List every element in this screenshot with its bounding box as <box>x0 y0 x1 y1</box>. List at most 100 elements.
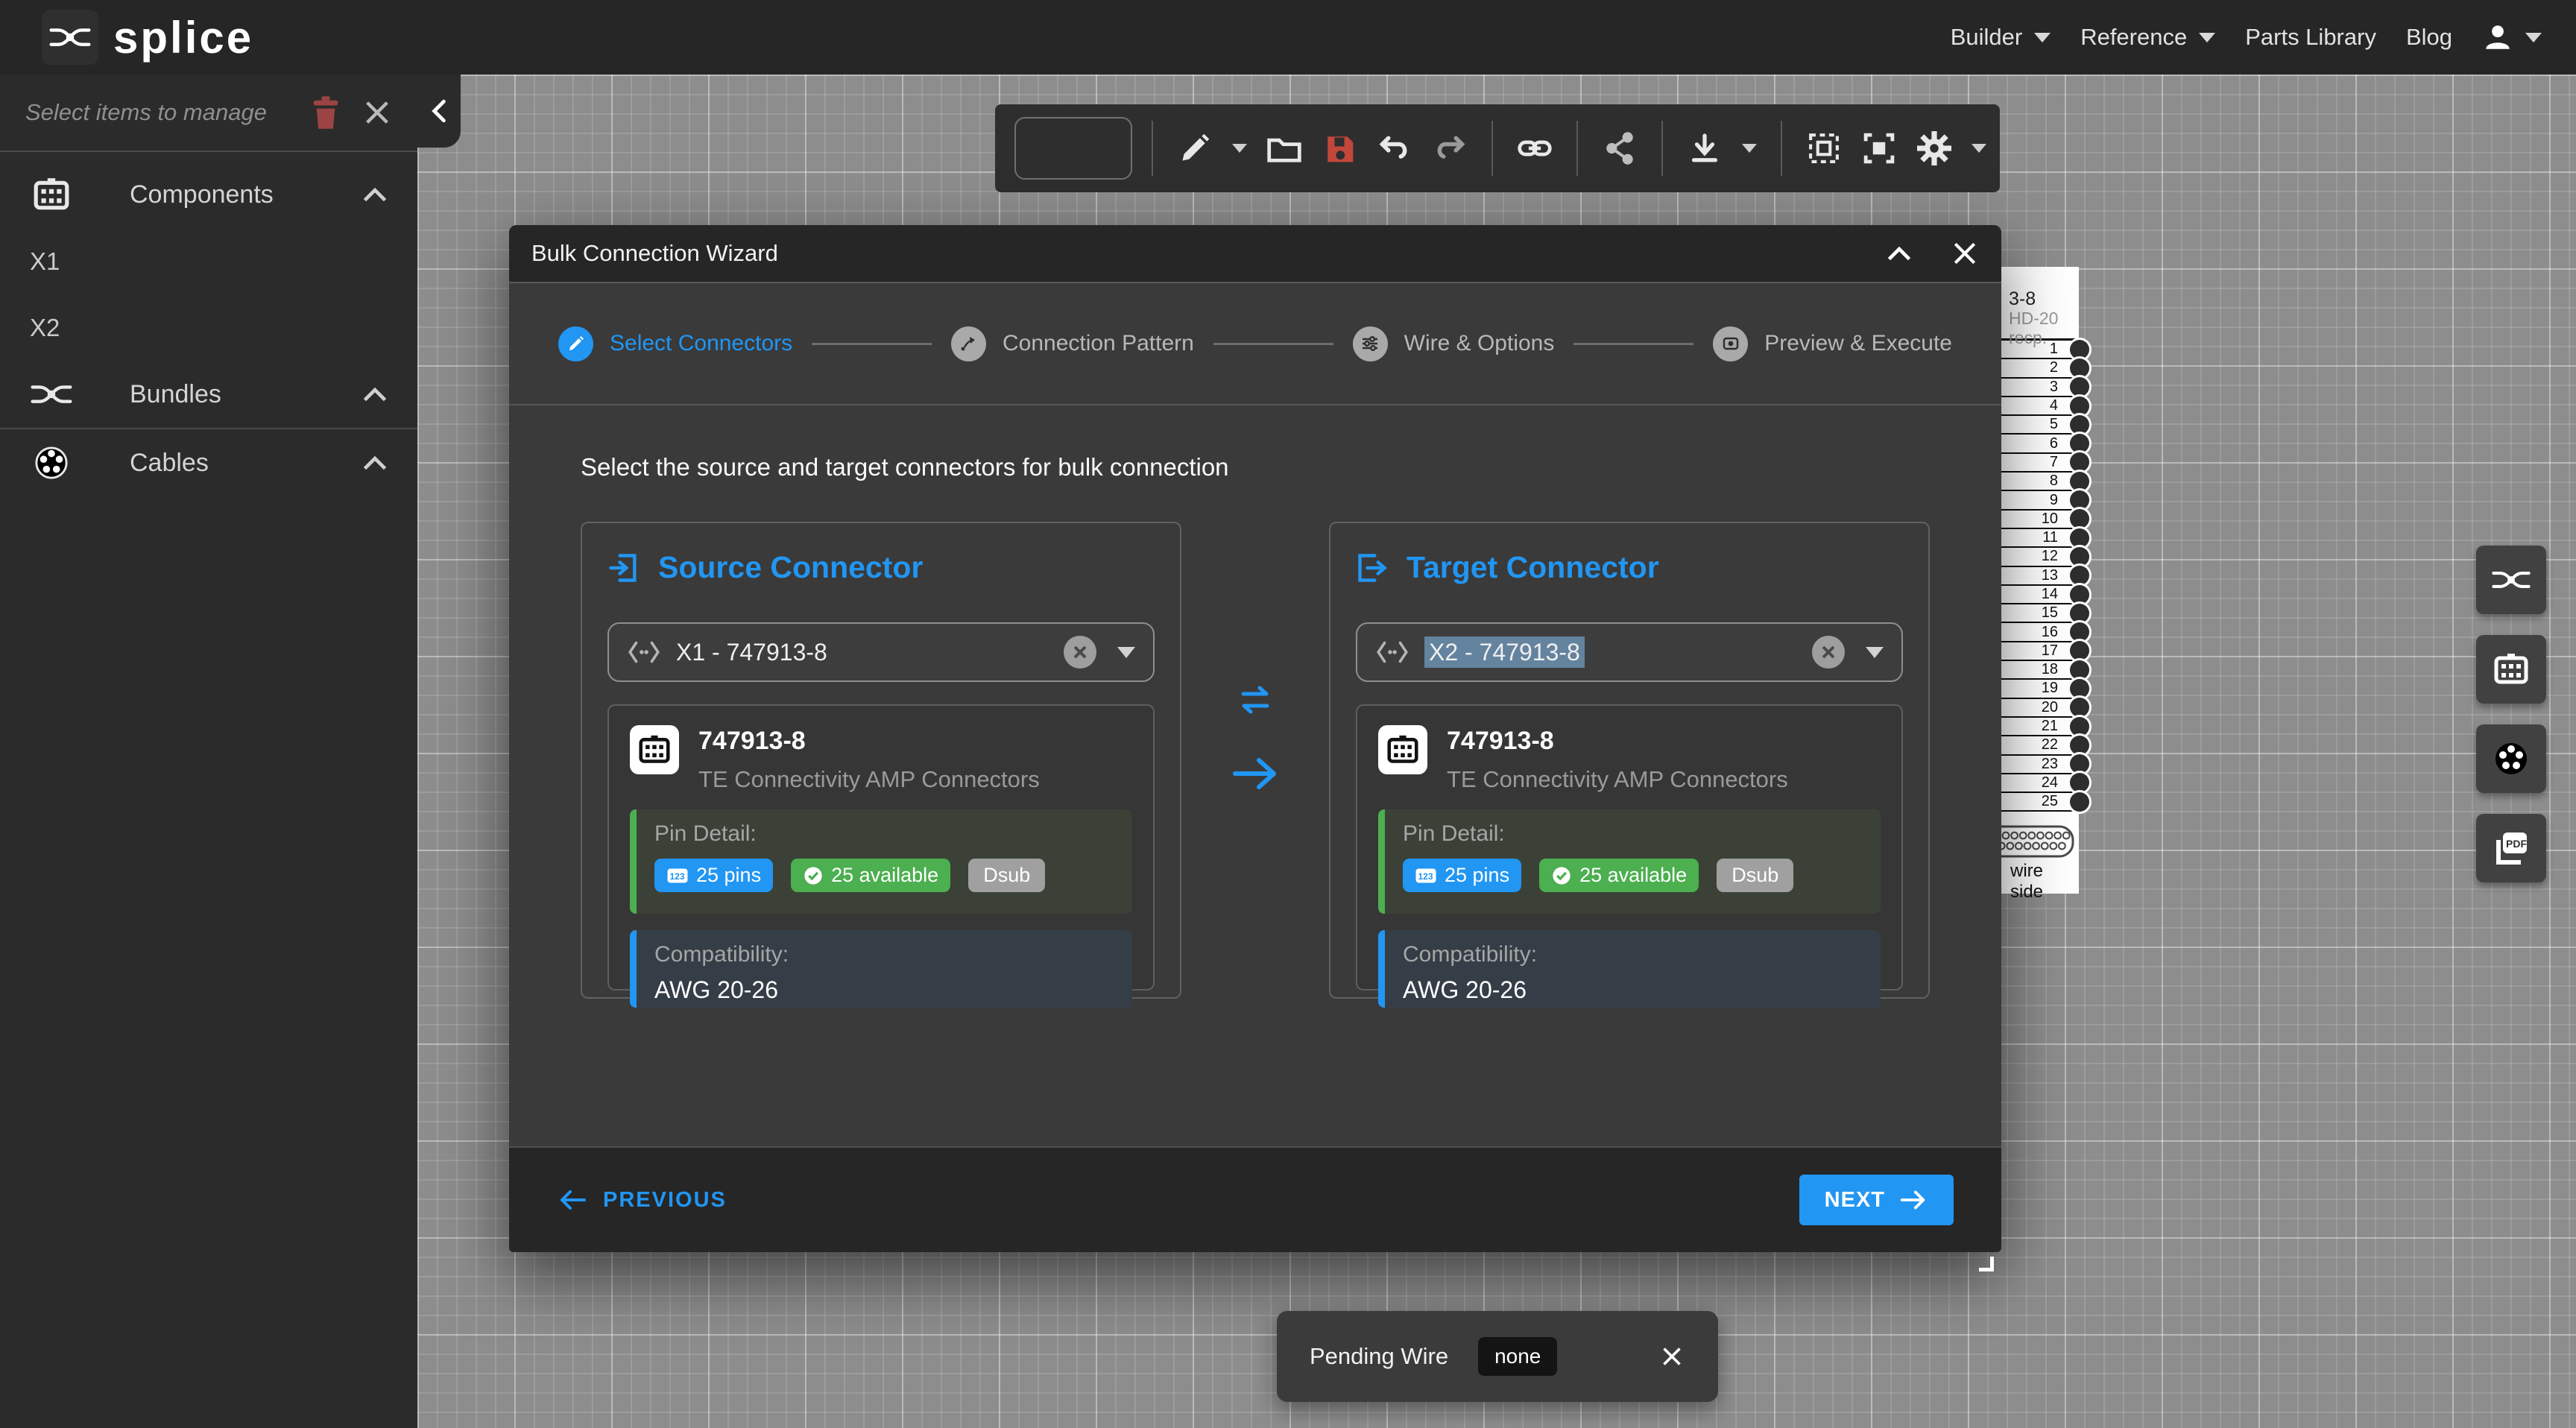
chevron-up-icon[interactable] <box>362 455 388 471</box>
available-badge: 25 available <box>791 859 950 892</box>
target-connector-card: Target Connector X2 - 747913-8 <box>1329 522 1930 999</box>
sidebar-section-bundles[interactable]: Bundles <box>0 361 417 428</box>
nav-blog[interactable]: Blog <box>2406 24 2452 51</box>
clear-target-button[interactable] <box>1812 636 1845 669</box>
share-icon <box>1605 132 1635 165</box>
nav-parts-library[interactable]: Parts Library <box>2245 24 2376 51</box>
sidebar-section-components[interactable]: Components <box>0 161 417 228</box>
swap-connectors-button[interactable] <box>1236 684 1275 717</box>
undo-button[interactable] <box>1372 117 1417 180</box>
pin-number: 13 <box>2042 567 2058 584</box>
modal-resize-handle[interactable] <box>1979 1257 1994 1271</box>
add-cable-button[interactable] <box>2476 724 2546 793</box>
toolbar-divider <box>1661 121 1663 176</box>
pin-row: 17 <box>2000 642 2079 661</box>
wizard-stepper: Select Connectors Connection Pattern <box>509 283 2001 405</box>
brand-logo[interactable] <box>42 10 98 65</box>
close-sidebar-selection-button[interactable] <box>362 98 392 127</box>
pending-wire-value-badge: none <box>1478 1337 1557 1376</box>
save-button[interactable] <box>1317 117 1362 180</box>
close-toast-button[interactable] <box>1658 1343 1685 1370</box>
marquee-select-icon <box>1808 132 1840 165</box>
sidebar-section-cables[interactable]: Cables <box>0 429 417 496</box>
arrow-left-icon <box>557 1189 588 1211</box>
link-button[interactable] <box>1512 117 1557 180</box>
canvas-side-tools: PDF <box>2476 546 2546 882</box>
arrow-right-icon <box>1898 1189 1928 1211</box>
splice-icon <box>2492 566 2531 593</box>
close-modal-button[interactable] <box>1951 239 1979 268</box>
pins-count-badge: 123 25 pins <box>1403 859 1521 892</box>
sidebar-item-x2[interactable]: X2 <box>0 294 417 361</box>
account-menu[interactable] <box>2482 22 2542 53</box>
pin-detail-box: Pin Detail: 123 25 pins <box>630 809 1132 914</box>
pin-dot <box>2070 679 2089 698</box>
pin-detail-label: Pin Detail: <box>654 821 1114 847</box>
settings-button[interactable] <box>1912 117 1957 180</box>
pin-row: 5 <box>2000 416 2079 435</box>
type-badge: Dsub <box>1717 859 1793 892</box>
sidebar-item-x1[interactable]: X1 <box>0 228 417 294</box>
pins-count-label: 25 pins <box>696 864 761 887</box>
source-connector-select[interactable]: X1 - 747913-8 <box>607 622 1155 682</box>
tune-icon <box>1353 326 1388 361</box>
pin-number: 10 <box>2042 511 2058 528</box>
clear-source-button[interactable] <box>1064 636 1096 669</box>
add-connector-button[interactable] <box>2476 635 2546 704</box>
download-button[interactable] <box>1682 117 1727 180</box>
pin-row: 1 <box>2000 341 2079 359</box>
pin-dot <box>2070 452 2089 472</box>
fit-view-icon <box>1863 132 1895 165</box>
pin-number: 9 <box>2050 492 2058 509</box>
pin-number: 7 <box>2050 454 2058 471</box>
fit-view-button[interactable] <box>1857 117 1901 180</box>
download-caret[interactable] <box>1742 144 1757 153</box>
pin-number: 4 <box>2050 397 2058 414</box>
target-connector-select[interactable]: X2 - 747913-8 <box>1356 622 1903 682</box>
step-preview-execute[interactable]: Preview & Execute <box>1713 326 1952 361</box>
pin-row: 24 <box>2000 774 2079 793</box>
step-wire-options[interactable]: Wire & Options <box>1353 326 1555 361</box>
edit-tool-button[interactable] <box>1172 117 1217 180</box>
pin-row: 6 <box>2000 435 2079 453</box>
source-part-detail: 747913-8 TE Connectivity AMP Connectors … <box>607 704 1155 991</box>
cable-icon <box>30 446 73 480</box>
canvas-toolbar <box>995 104 2000 192</box>
modal-titlebar[interactable]: Bulk Connection Wizard <box>509 225 2001 283</box>
pin-number: 8 <box>2050 473 2058 490</box>
nav-reference-label: Reference <box>2080 24 2187 51</box>
compatibility-value: AWG 20-26 <box>1403 976 1863 1004</box>
chevron-up-icon[interactable] <box>362 386 388 402</box>
select-region-button[interactable] <box>1802 117 1846 180</box>
toolbar-divider <box>1152 121 1153 176</box>
open-project-button[interactable] <box>1262 117 1307 180</box>
add-splice-button[interactable] <box>2476 546 2546 614</box>
harness-name-input[interactable] <box>1014 117 1132 180</box>
pin-row: 14 <box>2000 586 2079 604</box>
compatibility-box: Compatibility: AWG 20-26 <box>1378 930 1881 1008</box>
redo-button[interactable] <box>1427 117 1472 180</box>
delete-selected-button[interactable] <box>312 96 340 129</box>
part-vendor: TE Connectivity AMP Connectors <box>1447 766 1788 793</box>
collapse-modal-button[interactable] <box>1887 245 1912 262</box>
stepper-line <box>1573 343 1693 345</box>
pin-dot <box>2070 754 2089 774</box>
step-connection-pattern[interactable]: Connection Pattern <box>951 326 1194 361</box>
nav-reference[interactable]: Reference <box>2080 24 2215 51</box>
brand-name[interactable]: splice <box>113 12 253 63</box>
pin-row: 22 <box>2000 736 2079 755</box>
settings-caret[interactable] <box>1972 144 1986 153</box>
step-label: Connection Pattern <box>1003 331 1194 356</box>
arrow-right-icon <box>1231 754 1280 793</box>
step-select-connectors[interactable]: Select Connectors <box>558 326 792 361</box>
share-button[interactable] <box>1597 117 1642 180</box>
chevron-up-icon[interactable] <box>362 186 388 203</box>
next-button[interactable]: NEXT <box>1799 1175 1954 1225</box>
sidebar-collapse-button[interactable] <box>417 75 461 148</box>
edit-tool-caret[interactable] <box>1232 144 1247 153</box>
nav-builder[interactable]: Builder <box>1951 24 2051 51</box>
pin-dot <box>2070 604 2089 623</box>
previous-button[interactable]: PREVIOUS <box>557 1188 727 1213</box>
export-pdf-button[interactable]: PDF <box>2476 814 2546 882</box>
pin-row: 10 <box>2000 511 2079 529</box>
